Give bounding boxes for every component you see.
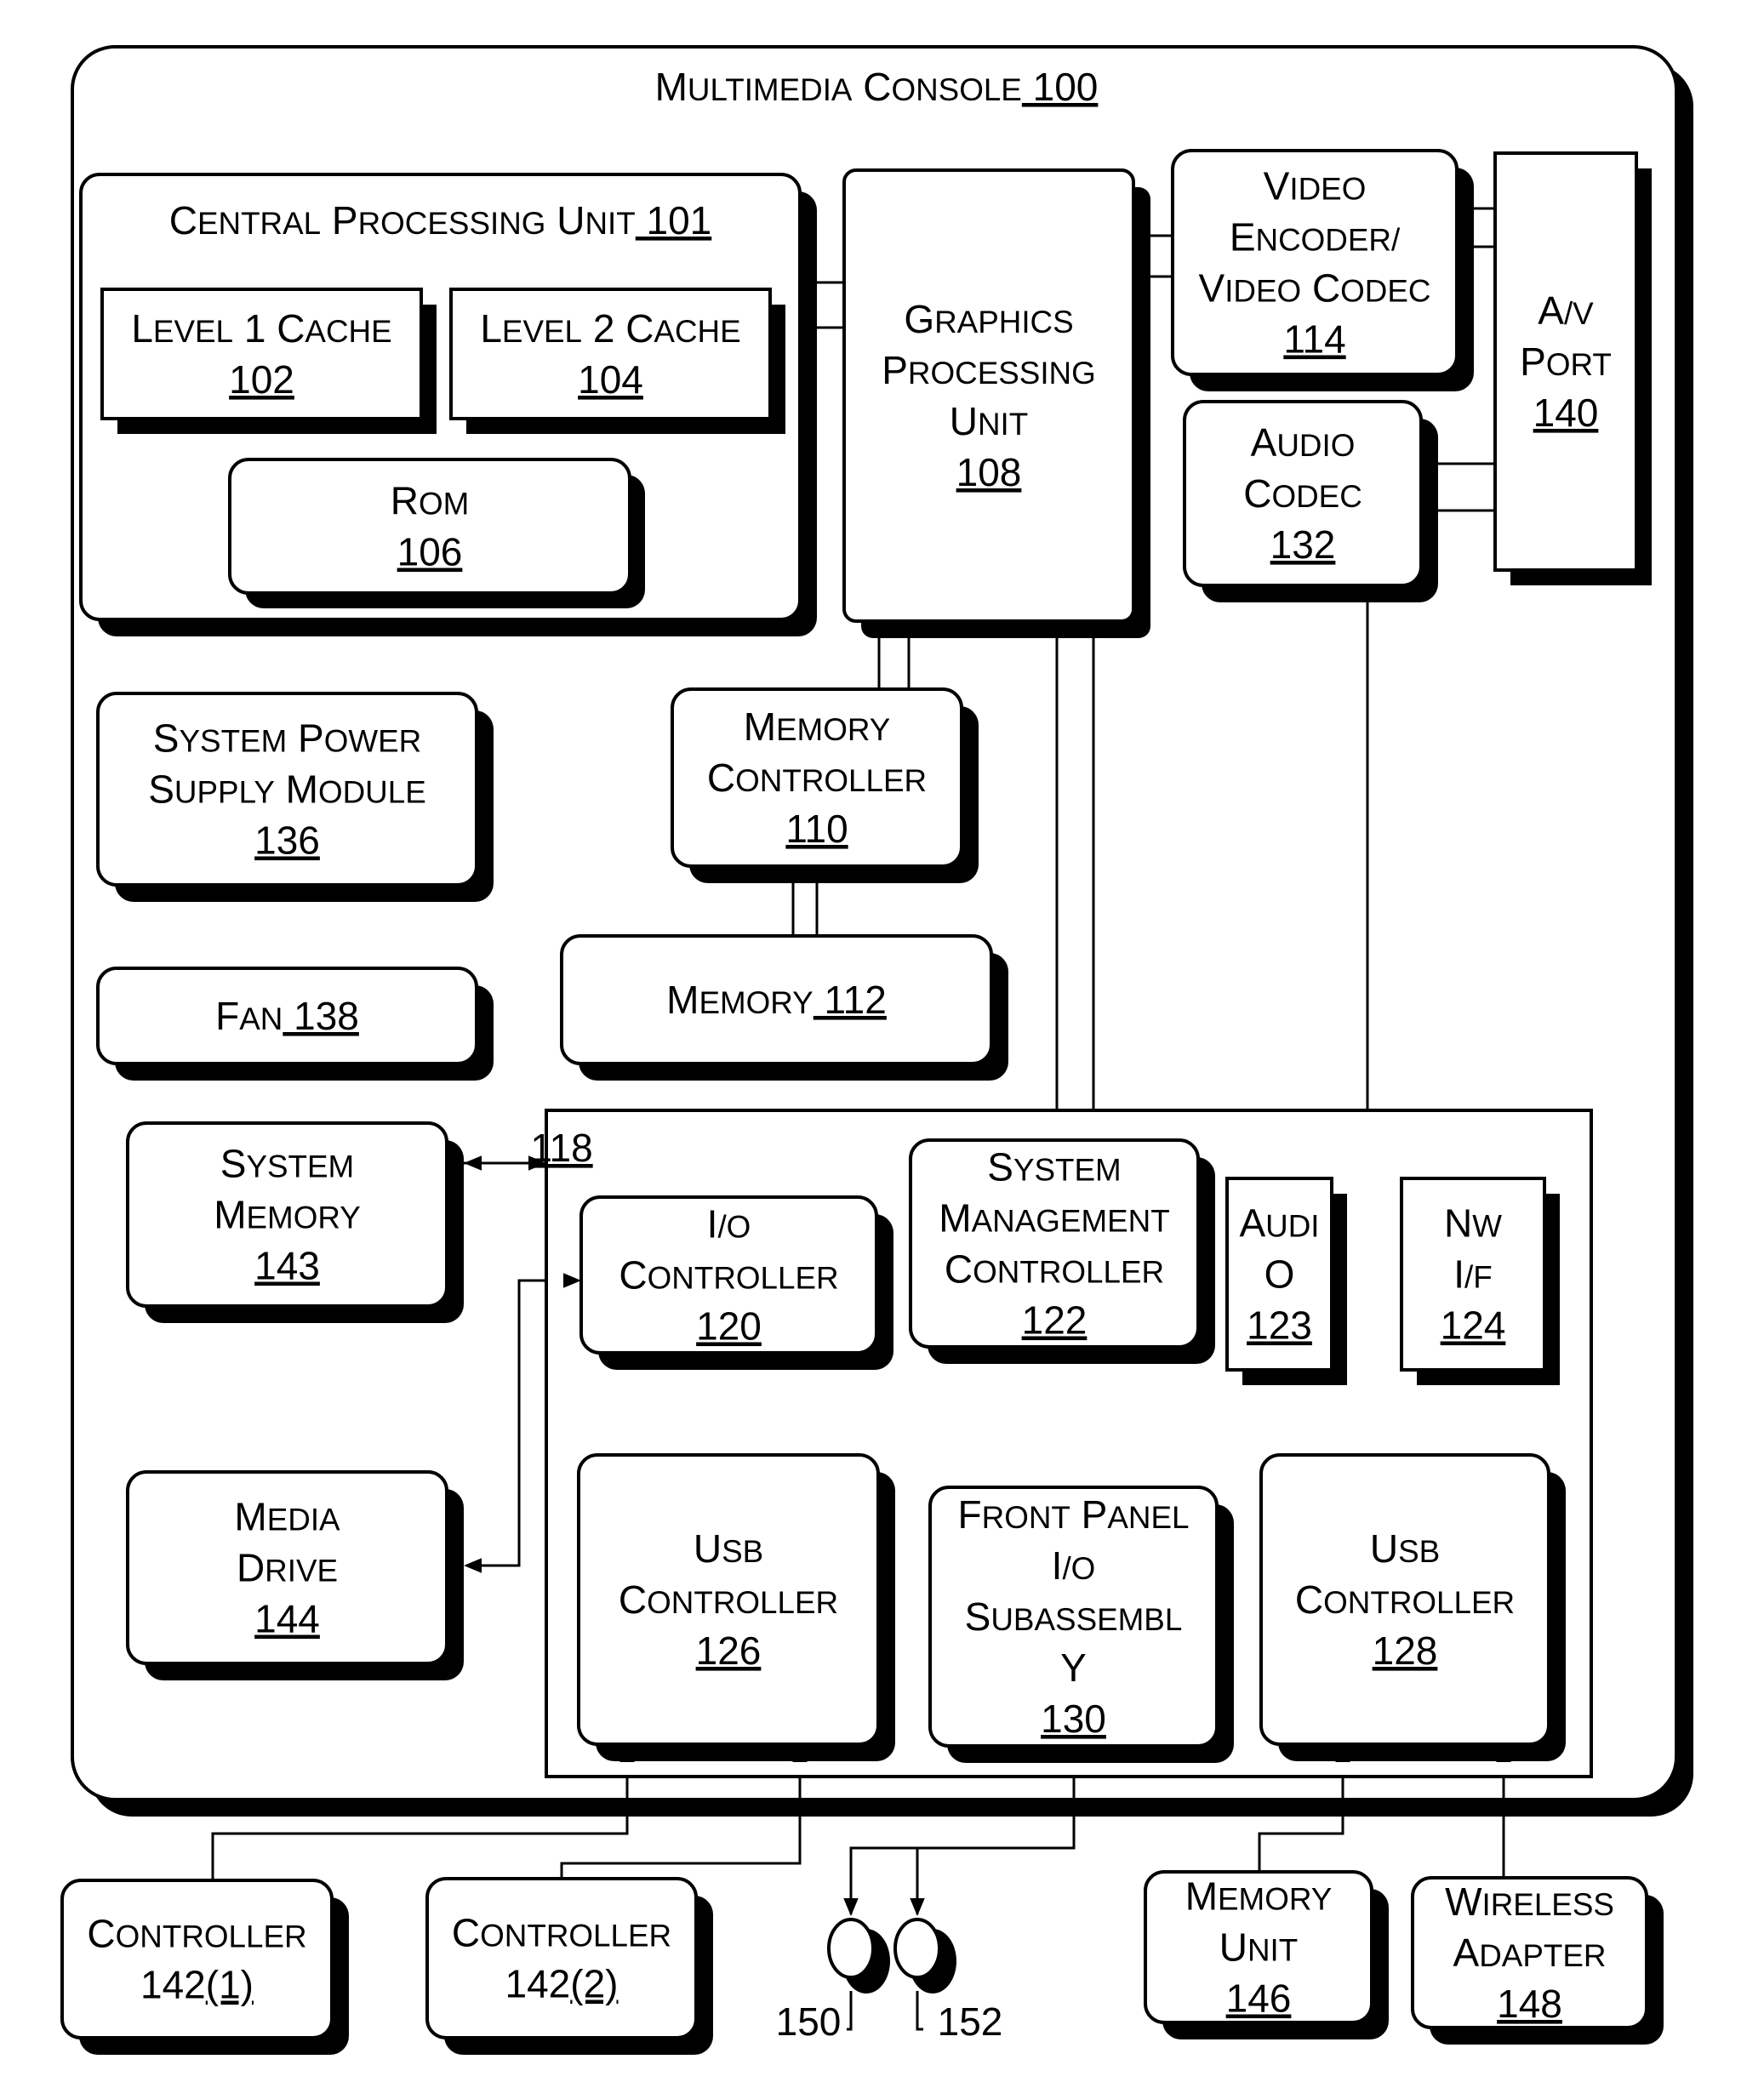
- block-ref: 130: [1041, 1697, 1106, 1741]
- block-smc: SYSTEMMANAGEMENTCONTROLLER122: [909, 1138, 1215, 1364]
- block-gpu: GRAPHICSPROCESSINGUNIT108: [842, 168, 1150, 638]
- block-ref: 140: [1533, 391, 1599, 435]
- power-button-ref: 150: [776, 1999, 842, 2044]
- block-ref: 148: [1497, 1982, 1562, 2026]
- block-label: FAN 138: [215, 994, 359, 1038]
- block-wireless: WIRELESSADAPTER148: [1411, 1876, 1664, 2045]
- block-ref: 104: [578, 357, 643, 402]
- block-fan: FAN 138: [96, 967, 494, 1081]
- block-ref: 142(2): [505, 1962, 619, 2006]
- block-ref: 106: [397, 530, 463, 574]
- block-memctrl: MEMORYCONTROLLER110: [671, 687, 979, 883]
- block-label-line: Y: [1060, 1646, 1087, 1690]
- multimedia-console-diagram: MULTIMEDIA CONSOLE 100118CENTRAL PROCESS…: [60, 45, 1693, 2055]
- block-ref: 146: [1226, 1976, 1292, 2021]
- eject-button-152[interactable]: [893, 1918, 941, 1979]
- block-sysmem: SYSTEMMEMORY143: [126, 1121, 464, 1323]
- block-nw: NWI/F124: [1400, 1177, 1560, 1385]
- block-rom: ROM106: [228, 458, 645, 608]
- connection-line: [916, 1991, 923, 2031]
- block-ref: 102: [229, 357, 294, 402]
- block-ctrl2: CONTROLLER142(2): [425, 1877, 713, 2055]
- eject-button-ref: 152: [938, 1999, 1003, 2044]
- block-ref: 122: [1022, 1298, 1088, 1343]
- block-label-line: O: [1264, 1252, 1295, 1297]
- block-l2: LEVEL 2 CACHE104: [449, 288, 785, 434]
- arrow-down-icon: [843, 1898, 859, 1916]
- block-frame: [425, 1877, 698, 2039]
- block-ref: 144: [254, 1597, 320, 1641]
- block-ref: 114: [1283, 317, 1345, 362]
- block-ref: 142(1): [140, 1963, 254, 2007]
- block-ref: 143: [254, 1244, 320, 1288]
- block-power: SYSTEM POWERSUPPLY MODULE136: [96, 692, 494, 902]
- block-ref: 126: [696, 1629, 762, 1673]
- block-ref: 110: [785, 807, 848, 851]
- block-l1: LEVEL 1 CACHE102: [100, 288, 437, 434]
- block-audio-codec: AUDIOCODEC132: [1183, 400, 1438, 602]
- block-media: MEDIADRIVE144: [126, 1470, 464, 1680]
- block-ref: 124: [1441, 1303, 1506, 1348]
- block-frame: [60, 1879, 334, 2039]
- block-fp: FRONT PANELI/OSUBASSEMBLY130: [928, 1486, 1234, 1763]
- block-io: I/OCONTROLLER120: [579, 1195, 893, 1370]
- block-memory: MEMORY 112: [560, 934, 1008, 1081]
- block-frame: [842, 168, 1135, 623]
- block-ref: 120: [696, 1304, 762, 1349]
- block-ctrl1: CONTROLLER142(1): [60, 1879, 349, 2055]
- block-ref: 123: [1247, 1303, 1312, 1348]
- block-usb126: USBCONTROLLER126: [577, 1453, 895, 1761]
- block-audio123: AUDIO123: [1225, 1177, 1347, 1385]
- block-av: A/VPORT140: [1493, 151, 1652, 585]
- block-video: VIDEOENCODER/VIDEO CODEC114: [1171, 149, 1474, 391]
- block-ref: 136: [254, 819, 320, 863]
- block-memunit: MEMORYUNIT146: [1144, 1870, 1389, 2039]
- block-ref: 128: [1373, 1629, 1438, 1673]
- block-usb128: USBCONTROLLER128: [1259, 1453, 1566, 1761]
- connection-line: [847, 1991, 853, 2031]
- arrow-down-icon: [910, 1898, 925, 1916]
- power-button-150[interactable]: [827, 1918, 875, 1979]
- block-ref: 132: [1270, 522, 1336, 567]
- block-ref: 108: [956, 450, 1022, 494]
